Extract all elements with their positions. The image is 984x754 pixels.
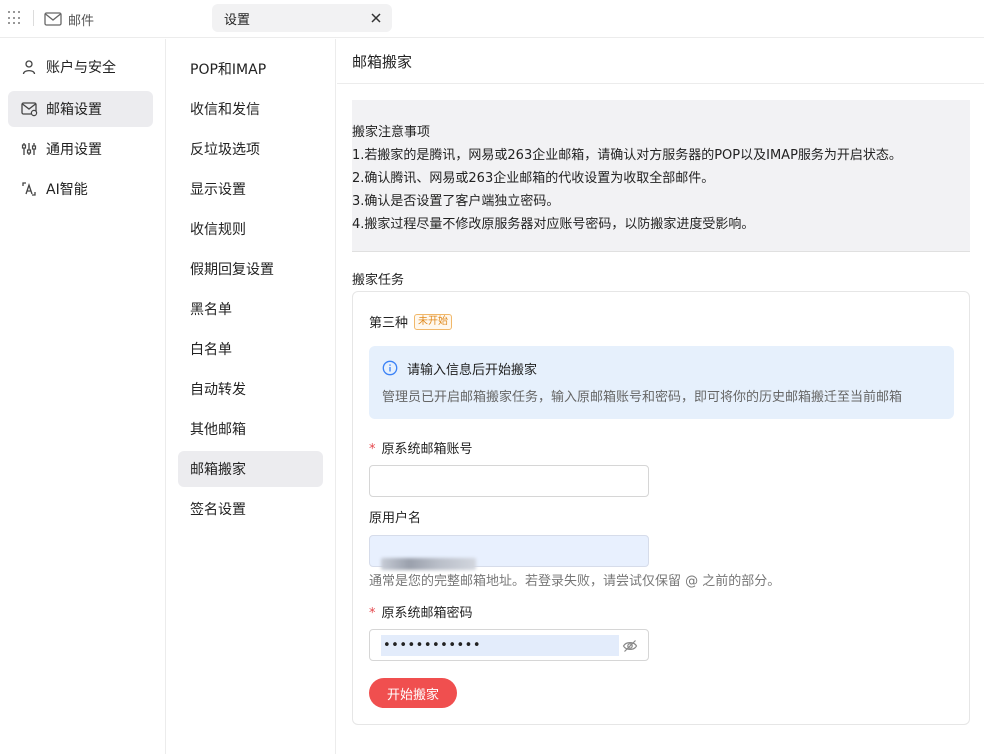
notice-line: 2.确认腾讯、网易或263企业邮箱的代收设置为收取全部邮件。 bbox=[352, 171, 715, 186]
notice-title: 搬家注意事项 bbox=[352, 125, 431, 140]
info-alert: 请输入信息后开始搬家 管理员已开启邮箱搬家任务，输入原邮箱账号和密码，即可将你的… bbox=[369, 346, 954, 419]
password-mask: •••••••••••• bbox=[381, 635, 619, 656]
subnav-item-mailbox-migration[interactable]: 邮箱搬家 bbox=[178, 451, 323, 487]
required-marker: * bbox=[369, 606, 376, 621]
subnav-item-auto-forward[interactable]: 自动转发 bbox=[178, 371, 323, 407]
ai-icon bbox=[20, 180, 38, 198]
page-title: 邮箱搬家 bbox=[352, 53, 413, 71]
info-icon bbox=[382, 360, 398, 376]
info-description: 管理员已开启邮箱搬家任务，输入原邮箱账号和密码，即可将你的历史邮箱搬迁至当前邮箱 bbox=[382, 390, 903, 405]
settings-category-nav: 账户与安全 邮箱设置 通用设置 AI智能 bbox=[0, 39, 166, 754]
topbar-divider bbox=[33, 10, 34, 26]
subnav-item-label: 其他邮箱 bbox=[190, 422, 246, 438]
redacted-username-value bbox=[381, 558, 476, 570]
subnav-item-label: 收信和发信 bbox=[190, 102, 260, 118]
info-title: 请输入信息后开始搬家 bbox=[407, 363, 538, 378]
subnav-item-signature[interactable]: 签名设置 bbox=[178, 491, 323, 527]
sliders-icon bbox=[20, 140, 38, 158]
mailbox-settings-icon bbox=[20, 100, 38, 118]
hide-password-eye-icon[interactable] bbox=[622, 638, 638, 654]
migration-task-panel: 第三种 未开始 请输入信息后开始搬家 管理员已开启邮箱搬家任务，输入原邮箱账号和… bbox=[352, 291, 970, 725]
status-badge: 未开始 bbox=[414, 313, 453, 330]
sidebar-item-general-settings[interactable]: 通用设置 bbox=[8, 131, 153, 167]
tab-settings[interactable]: 设置 bbox=[212, 4, 392, 32]
subnav-item-label: 显示设置 bbox=[190, 182, 246, 198]
username-field-label: 原用户名 bbox=[369, 511, 422, 526]
subnav-item-label: 签名设置 bbox=[190, 502, 246, 518]
subnav-item-label: 白名单 bbox=[190, 342, 232, 358]
password-field-label: * 原系统邮箱密码 bbox=[369, 602, 473, 621]
mail-icon bbox=[44, 12, 62, 26]
subnav-item-display[interactable]: 显示设置 bbox=[178, 171, 323, 207]
sidebar-item-mailbox-settings[interactable]: 邮箱设置 bbox=[8, 91, 153, 127]
task-header: 第三种 未开始 bbox=[369, 312, 453, 331]
apps-grid-icon[interactable] bbox=[8, 11, 22, 25]
task-section-title: 搬家任务 bbox=[352, 273, 405, 288]
mail-app-label: 邮件 bbox=[68, 13, 95, 29]
account-label-text: 原系统邮箱账号 bbox=[381, 442, 473, 457]
subnav-item-label: 反垃圾选项 bbox=[190, 142, 260, 158]
sidebar-item-label: 邮箱设置 bbox=[46, 102, 102, 118]
mailbox-settings-subnav: POP和IMAP 收信和发信 反垃圾选项 显示设置 收信规则 假期回复设置 黑名… bbox=[166, 39, 336, 754]
subnav-item-label: POP和IMAP bbox=[190, 62, 267, 78]
notice-line: 3.确认是否设置了客户端独立密码。 bbox=[352, 194, 560, 209]
sidebar-item-account-security[interactable]: 账户与安全 bbox=[8, 49, 153, 85]
subnav-item-vacation-reply[interactable]: 假期回复设置 bbox=[178, 251, 323, 287]
notice-line: 1.若搬家的是腾讯，网易或263企业邮箱，请确认对方服务器的POP以及IMAP服… bbox=[352, 148, 902, 163]
subnav-item-send-receive[interactable]: 收信和发信 bbox=[178, 91, 323, 127]
notice-line: 4.搬家过程尽量不修改原服务器对应账号密码，以防搬家进度受影响。 bbox=[352, 217, 755, 232]
sidebar-item-ai[interactable]: AI智能 bbox=[8, 171, 153, 207]
password-label-text: 原系统邮箱密码 bbox=[381, 606, 473, 621]
required-marker: * bbox=[369, 442, 376, 457]
sidebar-item-label: AI智能 bbox=[46, 182, 88, 198]
sidebar-item-label: 账户与安全 bbox=[46, 60, 116, 76]
subnav-item-label: 收信规则 bbox=[190, 222, 246, 238]
original-password-input[interactable]: •••••••••••• bbox=[369, 629, 649, 661]
close-icon[interactable] bbox=[368, 10, 384, 26]
subnav-item-whitelist[interactable]: 白名单 bbox=[178, 331, 323, 367]
account-field-label: * 原系统邮箱账号 bbox=[369, 438, 473, 457]
subnav-item-anti-spam[interactable]: 反垃圾选项 bbox=[178, 131, 323, 167]
subnav-item-receive-rules[interactable]: 收信规则 bbox=[178, 211, 323, 247]
tab-settings-label: 设置 bbox=[224, 12, 251, 28]
sidebar-item-label: 通用设置 bbox=[46, 142, 102, 158]
top-bar: 邮件 设置 bbox=[0, 0, 984, 38]
subnav-item-pop-imap[interactable]: POP和IMAP bbox=[178, 51, 323, 87]
migration-notice: 搬家注意事项 1.若搬家的是腾讯，网易或263企业邮箱，请确认对方服务器的POP… bbox=[352, 100, 970, 251]
subnav-item-label: 假期回复设置 bbox=[190, 262, 274, 278]
start-migration-button[interactable]: 开始搬家 bbox=[369, 678, 457, 708]
user-icon bbox=[20, 58, 38, 76]
subnav-item-other-mailbox[interactable]: 其他邮箱 bbox=[178, 411, 323, 447]
notice-divider bbox=[352, 251, 970, 252]
mail-app-tab[interactable]: 邮件 bbox=[44, 9, 94, 29]
subnav-item-blacklist[interactable]: 黑名单 bbox=[178, 291, 323, 327]
subnav-item-label: 黑名单 bbox=[190, 302, 232, 318]
subnav-item-label: 自动转发 bbox=[190, 382, 246, 398]
subnav-item-label: 邮箱搬家 bbox=[190, 462, 246, 478]
original-account-input[interactable] bbox=[369, 465, 649, 497]
task-name: 第三种 bbox=[369, 316, 409, 331]
title-divider bbox=[337, 83, 984, 84]
username-help-text: 通常是您的完整邮箱地址。若登录失败，请尝试仅保留 @ 之前的部分。 bbox=[369, 574, 781, 589]
main-content: 邮箱搬家 搬家注意事项 1.若搬家的是腾讯，网易或263企业邮箱，请确认对方服务… bbox=[337, 39, 984, 754]
